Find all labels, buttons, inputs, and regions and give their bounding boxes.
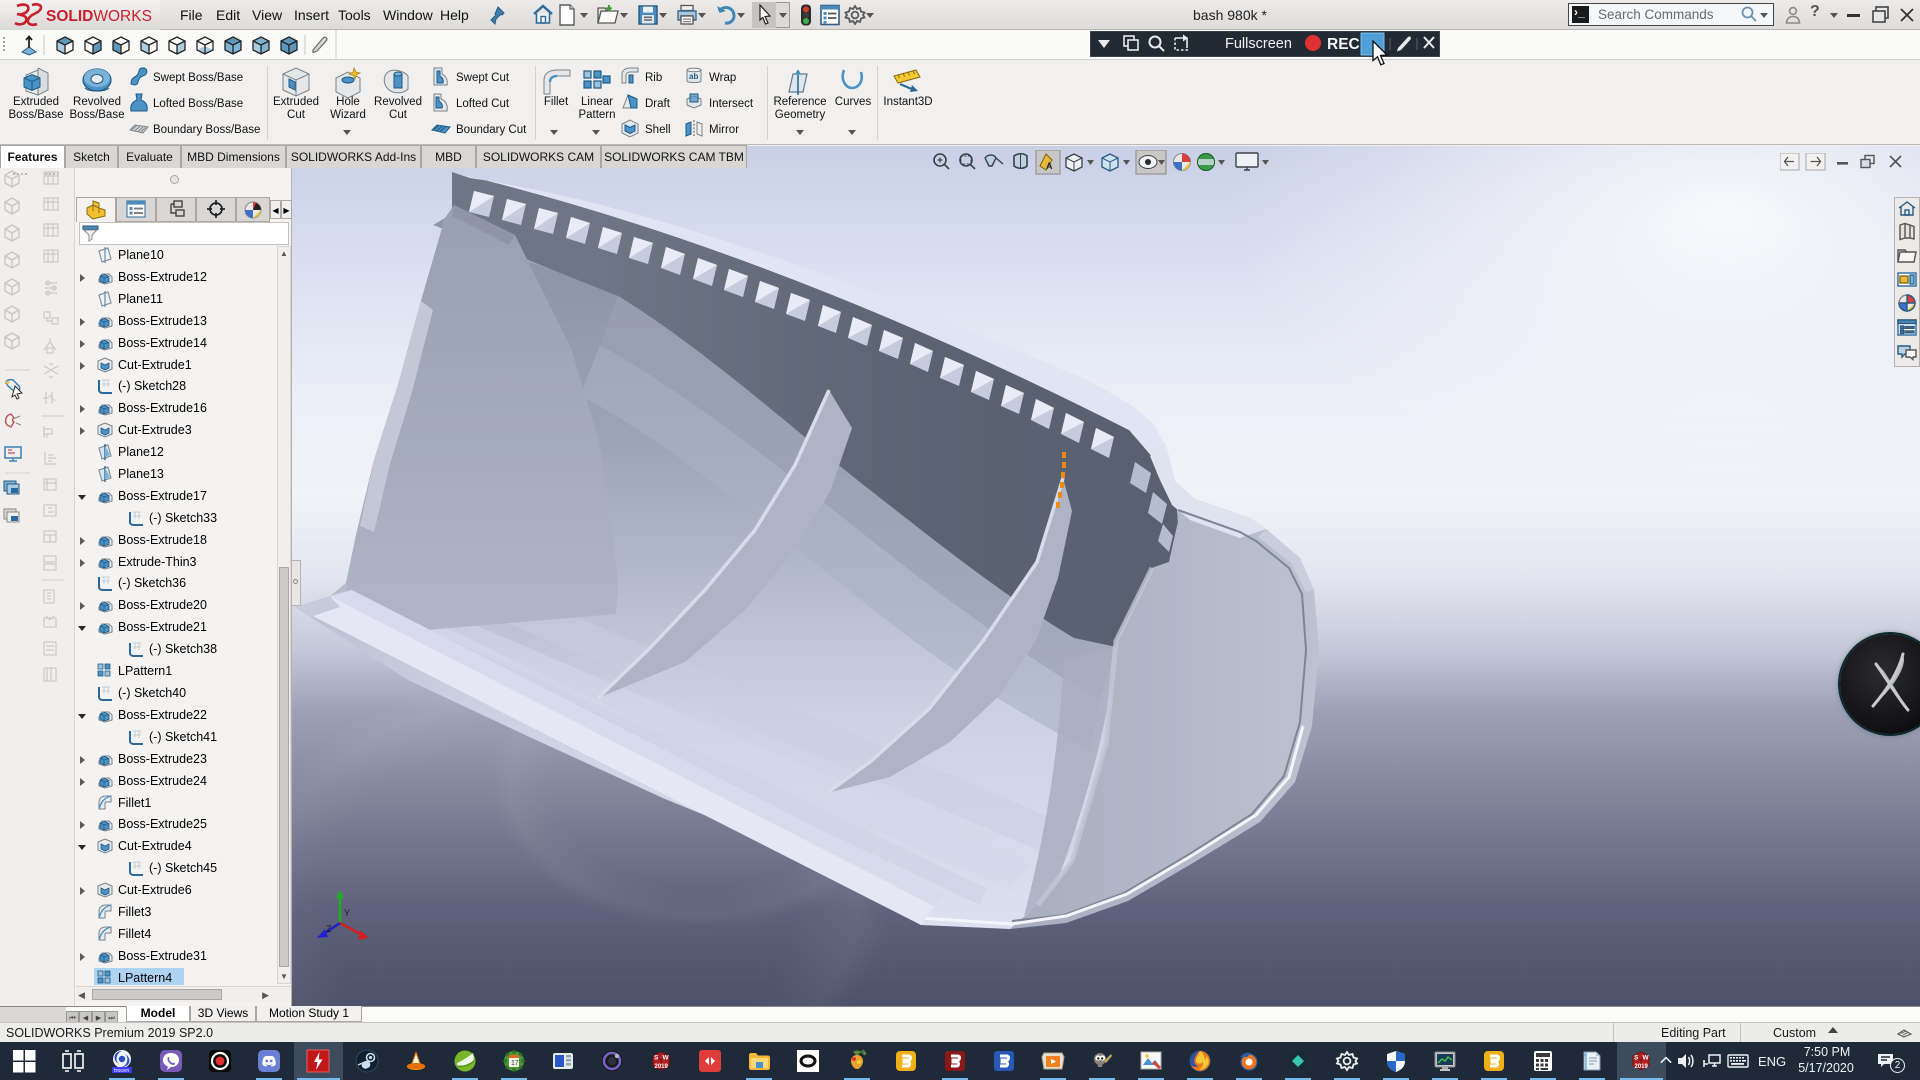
svg-text:REC: REC bbox=[1327, 36, 1360, 53]
svg-text:trocen: trocen bbox=[114, 1068, 129, 1073]
svg-text:2019: 2019 bbox=[655, 1064, 669, 1070]
svg-text:17: 17 bbox=[511, 1060, 519, 1067]
svg-text:ab: ab bbox=[689, 72, 698, 81]
svg-text:S: S bbox=[1634, 1055, 1639, 1062]
svg-text:Z: Z bbox=[326, 924, 332, 934]
svg-text:2019: 2019 bbox=[1635, 1064, 1649, 1070]
svg-text:A: A bbox=[1046, 161, 1053, 171]
svg-text:W: W bbox=[1643, 1055, 1650, 1062]
svg-text:S: S bbox=[654, 1055, 659, 1062]
svg-text:W: W bbox=[663, 1055, 670, 1062]
svg-text:Y: Y bbox=[344, 908, 350, 918]
svg-text:Fullscreen: Fullscreen bbox=[1225, 36, 1292, 52]
svg-text:SOLIDWORKS: SOLIDWORKS bbox=[46, 8, 152, 25]
